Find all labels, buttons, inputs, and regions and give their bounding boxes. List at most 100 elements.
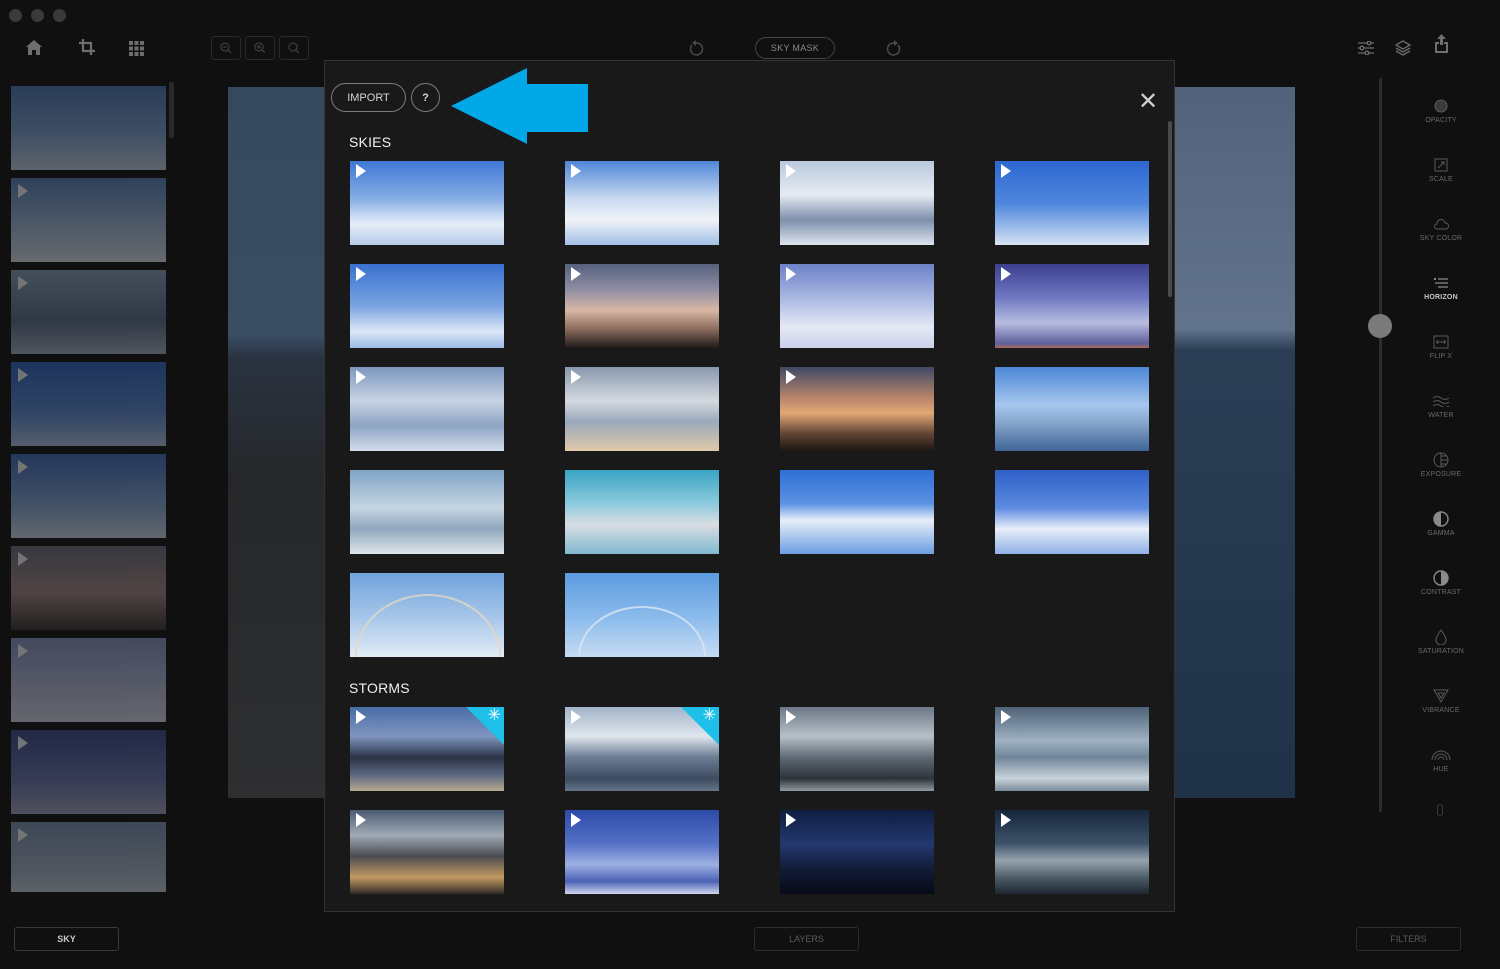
grid-icon[interactable] <box>126 38 146 58</box>
sky-card[interactable] <box>350 161 504 245</box>
sky-card[interactable] <box>780 161 934 245</box>
import-button[interactable]: IMPORT <box>331 83 406 112</box>
play-icon <box>786 370 796 384</box>
sidebar-sky-thumb[interactable] <box>11 638 166 722</box>
section-title-skies: SKIES <box>349 134 392 150</box>
zoom-in-button[interactable] <box>245 36 275 60</box>
play-icon <box>18 828 28 842</box>
thermometer-icon[interactable] <box>1437 804 1443 816</box>
sky-card[interactable] <box>565 367 719 451</box>
play-icon <box>18 736 28 750</box>
sky-card[interactable] <box>350 264 504 348</box>
sky-card[interactable] <box>995 367 1149 451</box>
play-icon <box>18 184 28 198</box>
sky-card[interactable] <box>565 470 719 554</box>
zoom-out-button[interactable] <box>211 36 241 60</box>
play-icon <box>571 164 581 178</box>
crop-icon[interactable] <box>77 37 97 57</box>
play-icon <box>786 813 796 827</box>
cloud-icon <box>1405 214 1477 234</box>
tool-hue[interactable]: HUE <box>1405 745 1477 773</box>
tool-scale[interactable]: SCALE <box>1405 155 1477 183</box>
play-icon <box>1001 710 1011 724</box>
sky-card[interactable] <box>350 367 504 451</box>
sidebar-sky-thumb[interactable] <box>11 178 166 262</box>
tool-exposure[interactable]: EXPOSURE <box>1405 450 1477 478</box>
arrow-pointer-icon <box>451 68 588 144</box>
vibrance-icon <box>1405 686 1477 706</box>
tab-filters[interactable]: FILTERS <box>1356 927 1461 951</box>
tool-water[interactable]: WATER <box>1405 391 1477 419</box>
tool-flip-x[interactable]: FLIP X <box>1405 332 1477 360</box>
tool-sky-color[interactable]: SKY COLOR <box>1405 214 1477 242</box>
tab-sky[interactable]: SKY <box>14 927 119 951</box>
vertical-slider-track[interactable] <box>1379 78 1382 812</box>
sliders-icon[interactable] <box>1356 38 1376 58</box>
help-button[interactable]: ? <box>411 83 440 112</box>
contrast-icon <box>1405 568 1477 588</box>
tool-opacity[interactable]: OPACITY <box>1405 96 1477 124</box>
play-icon <box>786 710 796 724</box>
zoom-fit-button[interactable] <box>279 36 309 60</box>
sidebar-sky-thumb[interactable] <box>11 86 166 170</box>
close-icon[interactable]: ✕ <box>1135 89 1161 115</box>
storm-card[interactable]: ✳ <box>350 707 504 791</box>
sky-card[interactable] <box>780 470 934 554</box>
tool-saturation[interactable]: SATURATION <box>1405 627 1477 655</box>
sidebar-sky-thumb[interactable] <box>11 546 166 630</box>
tool-contrast[interactable]: CONTRAST <box>1405 568 1477 596</box>
storm-card[interactable] <box>780 707 934 791</box>
sidebar-scrollbar[interactable] <box>169 82 174 138</box>
water-icon <box>1405 391 1477 411</box>
play-icon <box>1001 813 1011 827</box>
drop-icon <box>1405 627 1477 647</box>
storm-card[interactable]: ✳ <box>565 707 719 791</box>
sidebar-sky-thumb[interactable] <box>11 730 166 814</box>
sky-card[interactable] <box>565 573 719 657</box>
share-icon[interactable] <box>1431 33 1451 55</box>
storm-card[interactable] <box>350 810 504 894</box>
sky-library-modal: IMPORT ? ✕ SKIES STORMS ✳ ✳ <box>324 60 1175 912</box>
opacity-icon <box>1405 96 1477 116</box>
sky-card[interactable] <box>565 161 719 245</box>
sky-mask-button[interactable]: SKY MASK <box>755 37 835 59</box>
home-icon[interactable] <box>24 37 44 57</box>
horizon-icon <box>1405 273 1477 293</box>
sky-card[interactable] <box>565 264 719 348</box>
sky-card[interactable] <box>350 470 504 554</box>
storm-card[interactable] <box>995 707 1149 791</box>
storm-card[interactable] <box>995 810 1149 894</box>
sky-card[interactable] <box>780 264 934 348</box>
window-close-dot[interactable] <box>9 9 22 22</box>
tab-layers[interactable]: LAYERS <box>754 927 859 951</box>
tool-vibrance[interactable]: VIBRANCE <box>1405 686 1477 714</box>
play-icon <box>571 370 581 384</box>
sidebar-sky-thumb[interactable] <box>11 454 166 538</box>
play-icon <box>356 813 366 827</box>
sky-card[interactable] <box>995 264 1149 348</box>
modal-scrollbar[interactable] <box>1168 121 1172 297</box>
sky-card[interactable] <box>995 470 1149 554</box>
sky-card[interactable] <box>780 367 934 451</box>
sidebar-sky-thumb[interactable] <box>11 270 166 354</box>
layers-icon[interactable] <box>1393 38 1413 58</box>
tool-horizon[interactable]: HORIZON <box>1405 273 1477 301</box>
storm-card[interactable] <box>780 810 934 894</box>
window-minimize-dot[interactable] <box>31 9 44 22</box>
sky-card[interactable] <box>350 573 504 657</box>
redo-icon[interactable] <box>883 38 905 60</box>
storm-card[interactable] <box>565 810 719 894</box>
sidebar-sky-thumb[interactable] <box>11 822 166 892</box>
sky-card[interactable] <box>995 161 1149 245</box>
tool-gamma[interactable]: GAMMA <box>1405 509 1477 537</box>
canvas-image-right[interactable] <box>1175 87 1295 798</box>
undo-icon[interactable] <box>685 38 707 60</box>
play-icon <box>356 710 366 724</box>
window-zoom-dot[interactable] <box>53 9 66 22</box>
play-icon <box>356 164 366 178</box>
canvas-image-left[interactable] <box>228 87 325 798</box>
vertical-slider-handle[interactable] <box>1368 314 1392 338</box>
play-icon <box>1001 267 1011 281</box>
sidebar-sky-thumb[interactable] <box>11 362 166 446</box>
play-icon <box>18 460 28 474</box>
